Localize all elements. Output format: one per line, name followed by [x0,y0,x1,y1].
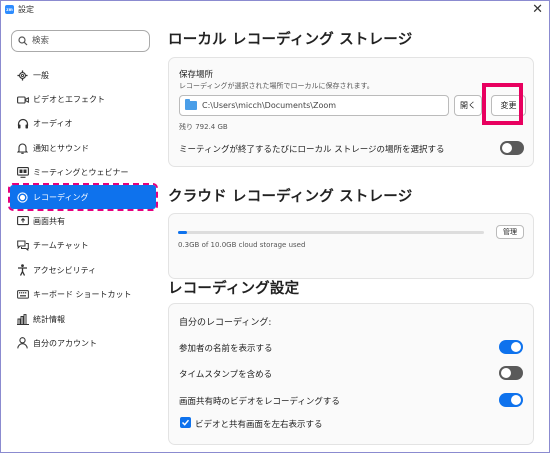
sidebar-item-label: 統計情報 [33,314,65,324]
include-timestamp-label: タイムスタンプを含める [179,370,273,380]
sidebar-nav: 一般 ビデオとエフェクト オーディオ 通知とサウンド ミーティングとウェビナー … [8,63,158,356]
sidebar-item-screen-share[interactable]: 画面共有 [10,209,156,233]
search-box[interactable] [11,30,150,52]
search-input[interactable] [32,34,142,48]
sidebar-item-recording[interactable]: レコーディング [8,182,158,212]
record-video-during-share-toggle[interactable] [499,393,523,407]
record-video-during-share-label: 画面共有時のビデオをレコーディングする [179,397,340,407]
local-storage-card: 保存場所 レコーディングが選択された場所でローカルに保存されます。 C:\Use… [168,57,534,167]
sidebar-item-label: 自分のアカウント [33,338,97,348]
storage-path: C:\Users\micch\Documents\Zoom [202,101,337,110]
toggle-knob [511,395,521,405]
toggle-knob [511,342,521,352]
sidebar-item-label: オーディオ [33,119,73,129]
sidebar-item-video[interactable]: ビデオとエフェクト [10,87,156,111]
headphones-icon [16,117,29,130]
storage-path-field: C:\Users\micch\Documents\Zoom [179,95,449,116]
side-by-side-checkbox[interactable] [180,417,191,428]
gear-icon [16,69,29,82]
sidebar-item-statistics[interactable]: 統計情報 [10,307,156,331]
folder-icon [185,99,197,110]
sidebar-item-label: チームチャット [33,241,89,251]
cloud-usage-bar [178,231,484,234]
remaining-space: 残り 792.4 GB [179,123,228,131]
manage-button[interactable]: 管理 [496,225,524,239]
toggle-knob [501,368,511,378]
monitor-icon [16,166,29,179]
settings-window: zm 設定 ✕ 一般 ビデオとエフェクト [0,0,550,453]
share-screen-icon [16,215,29,228]
sidebar-item-label: レコーディング [33,192,89,202]
record-icon [16,191,29,204]
chat-icon [16,239,29,252]
show-participant-names-toggle[interactable] [499,340,523,354]
sidebar-item-notifications[interactable]: 通知とサウンド [10,136,156,160]
title-bar: zm 設定 ✕ [1,1,549,19]
keyboard-icon [16,288,29,301]
cloud-usage-text: 0.3GB of 10.0GB cloud storage used [178,241,306,249]
main-content: ローカル レコーディング ストレージ 保存場所 レコーディングが選択された場所で… [161,19,549,452]
choose-location-toggle[interactable] [500,141,524,155]
cloud-storage-card: 0.3GB of 10.0GB cloud storage used 管理 [168,213,534,279]
open-button[interactable]: 開く [454,95,482,116]
window-title: 設定 [18,5,34,14]
show-participant-names-label: 参加者の名前を表示する [179,344,273,354]
side-by-side-label: ビデオと共有画面を左右表示する [195,420,323,430]
video-camera-icon [16,93,29,106]
recording-settings-card: 自分のレコーディング: 参加者の名前を表示する タイムスタンプを含める 画面共有… [168,303,534,445]
toggle-knob [502,143,512,153]
sidebar-item-audio[interactable]: オーディオ [10,112,156,136]
accessibility-icon [16,264,29,277]
sidebar-item-label: アクセシビリティ [33,265,97,275]
sidebar-item-label: キーボード ショートカット [33,290,132,300]
sidebar-item-label: 画面共有 [33,217,65,227]
sidebar: 一般 ビデオとエフェクト オーディオ 通知とサウンド [1,19,161,452]
cloud-usage-fill [178,231,188,234]
sidebar-item-account[interactable]: 自分のアカウント [10,331,156,355]
zoom-app-icon: zm [5,5,14,14]
sidebar-item-keyboard[interactable]: キーボード ショートカット [10,283,156,307]
sidebar-item-label: 一般 [33,70,49,80]
recording-settings-heading: レコーディング設定 [168,281,300,297]
include-timestamp-toggle[interactable] [499,366,523,380]
cloud-storage-heading: クラウド レコーディング ストレージ [168,189,413,205]
close-icon[interactable]: ✕ [532,2,543,17]
location-label: 保存場所 [179,70,214,80]
local-storage-heading: ローカル レコーディング ストレージ [168,32,413,48]
change-button-highlight [482,83,523,125]
sidebar-item-label: ミーティングとウェビナー [33,168,129,178]
location-description: レコーディングが選択された場所でローカルに保存されます。 [179,82,374,90]
checkmark-icon [181,419,190,426]
search-icon [18,36,28,46]
choose-location-label: ミーティングが終了するたびにローカル ストレージの場所を選択する [179,145,445,155]
sidebar-item-accessibility[interactable]: アクセシビリティ [10,258,156,282]
statistics-icon [16,313,29,326]
sidebar-item-label: ビデオとエフェクト [33,95,105,105]
sidebar-item-label: 通知とサウンド [33,143,89,153]
bell-icon [16,142,29,155]
sidebar-item-general[interactable]: 一般 [10,63,156,87]
sidebar-item-team-chat[interactable]: チームチャット [10,234,156,258]
sidebar-item-meetings[interactable]: ミーティングとウェビナー [10,161,156,185]
my-recording-title: 自分のレコーディング: [179,318,272,328]
account-icon [16,337,29,350]
